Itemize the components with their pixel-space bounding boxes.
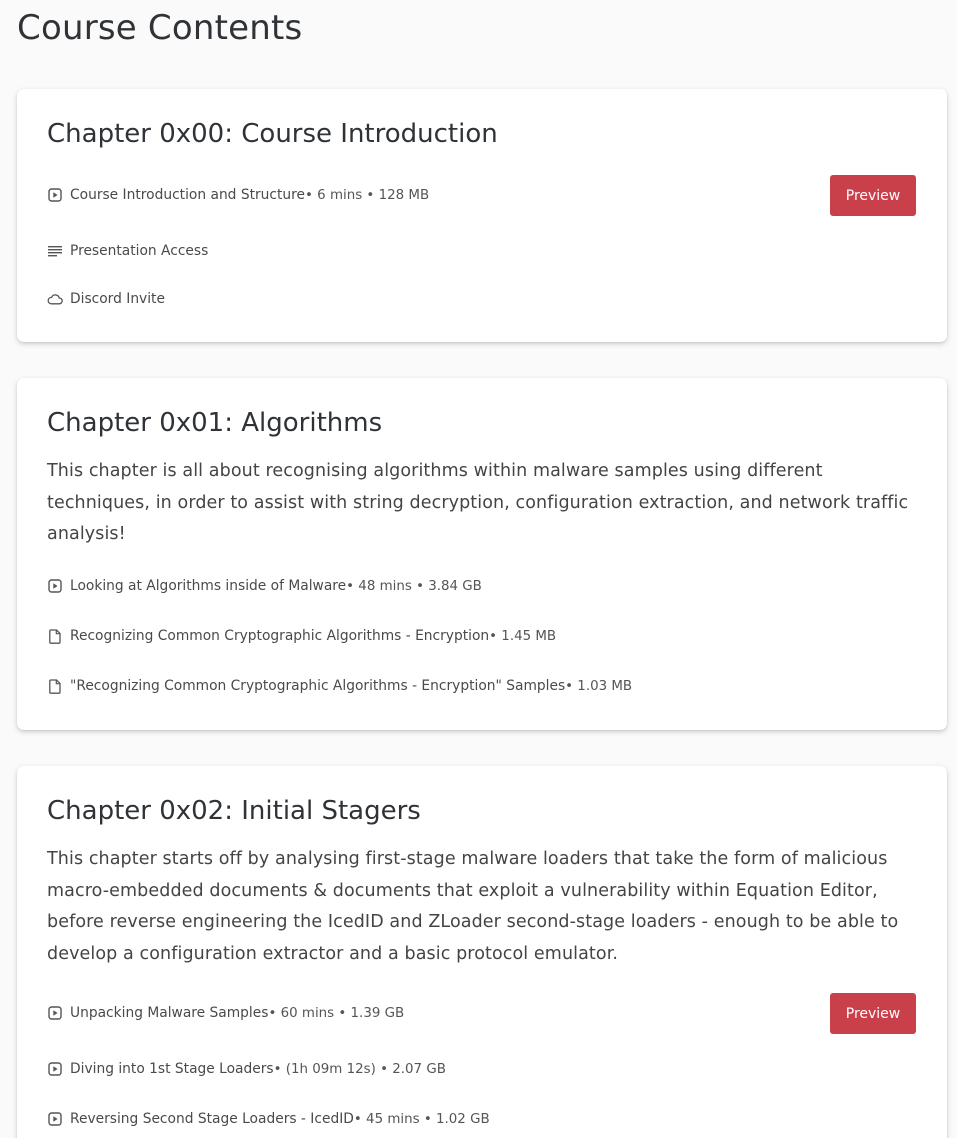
lecture-title: Reversing Second Stage Loaders - IcedID (70, 1111, 354, 1127)
lecture-title: "Recognizing Common Cryptographic Algori… (70, 678, 566, 694)
video-icon (47, 578, 63, 594)
chapter-title: Chapter 0x01: Algorithms (47, 408, 383, 438)
lecture-item[interactable]: Discord Invite (47, 289, 165, 309)
lecture-item[interactable]: Course Introduction and Structure • 6 mi… (47, 185, 429, 205)
lecture-meta: • 48 mins • 3.84 GB (346, 578, 482, 594)
lecture-title: Diving into 1st Stage Loaders (70, 1061, 274, 1077)
lecture-item[interactable]: "Recognizing Common Cryptographic Algori… (47, 676, 632, 696)
lecture-title: Discord Invite (70, 291, 165, 307)
text-lines-icon (47, 243, 63, 259)
lecture-meta: • 6 mins • 128 MB (305, 187, 430, 203)
video-icon (47, 1111, 63, 1127)
video-icon (47, 1005, 63, 1021)
chapter-description: This chapter is all about recognising al… (47, 461, 909, 545)
chapter-title: Chapter 0x02: Initial Stagers (47, 796, 421, 826)
cloud-icon (47, 291, 63, 307)
page-title: Course Contents (17, 8, 303, 48)
video-icon (47, 1061, 63, 1077)
file-icon (47, 678, 63, 694)
lecture-meta: • 45 mins • 1.02 GB (353, 1111, 490, 1127)
chapter-card: Chapter 0x00: Course Introduction Course… (17, 89, 947, 342)
chapter-card: Chapter 0x02: Initial Stagers This chapt… (17, 766, 947, 1138)
lecture-title: Course Introduction and Structure (70, 187, 306, 203)
lecture-item[interactable]: Looking at Algorithms inside of Malware … (47, 576, 482, 596)
preview-button[interactable]: Preview (830, 175, 916, 216)
lecture-meta: • 1.03 MB (565, 678, 633, 694)
lecture-title: Recognizing Common Cryptographic Algorit… (70, 628, 490, 644)
lecture-meta: • 1.45 MB (489, 628, 557, 644)
file-icon (47, 628, 63, 644)
lecture-meta: • 60 mins • 1.39 GB (268, 1005, 405, 1021)
chapter-card: Chapter 0x01: Algorithms This chapter is… (17, 378, 947, 730)
lecture-item[interactable]: Diving into 1st Stage Loaders • (1h 09m … (47, 1059, 446, 1079)
lecture-item[interactable]: Reversing Second Stage Loaders - IcedID … (47, 1109, 490, 1129)
video-icon (47, 187, 63, 203)
lecture-title: Looking at Algorithms inside of Malware (70, 578, 347, 594)
lecture-meta: • (1h 09m 12s) • 2.07 GB (273, 1061, 446, 1077)
lecture-item[interactable]: Presentation Access (47, 241, 208, 261)
chapter-title: Chapter 0x00: Course Introduction (47, 119, 498, 149)
preview-button[interactable]: Preview (830, 993, 916, 1034)
lecture-title: Unpacking Malware Samples (70, 1005, 269, 1021)
lecture-item[interactable]: Unpacking Malware Samples • 60 mins • 1.… (47, 1003, 404, 1023)
lecture-title: Presentation Access (70, 243, 209, 259)
lecture-item[interactable]: Recognizing Common Cryptographic Algorit… (47, 626, 556, 646)
chapter-description: This chapter starts off by analysing fir… (47, 849, 899, 964)
